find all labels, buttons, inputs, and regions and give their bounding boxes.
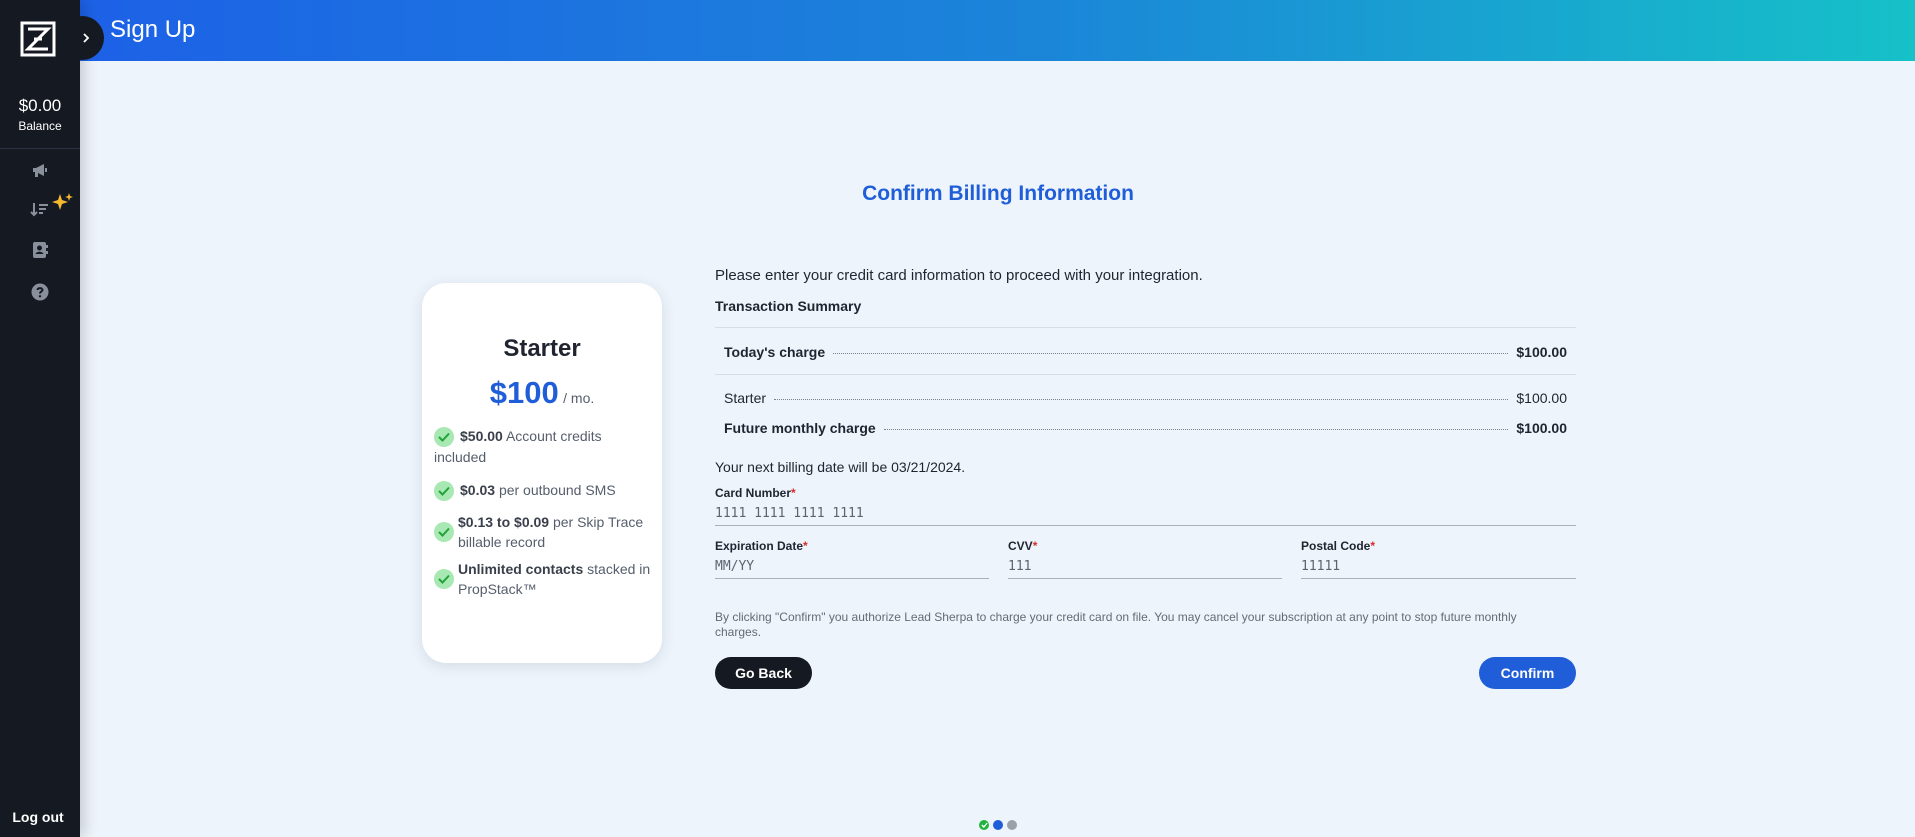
postal-code-input[interactable]	[1301, 557, 1576, 579]
step-dot-pending	[1007, 820, 1017, 830]
feature-highlight: Unlimited contacts	[458, 561, 584, 577]
expiration-date-field: Expiration Date*	[715, 539, 989, 579]
step-dot-completed	[979, 820, 989, 830]
sparkle-icon	[52, 193, 73, 210]
line-amount: $100.00	[1516, 420, 1567, 436]
line-amount: $100.00	[1516, 344, 1567, 360]
feature-highlight: $50.00	[460, 428, 503, 444]
card-number-label: Card Number*	[715, 486, 796, 500]
summary-divider	[715, 327, 1576, 328]
expiration-date-input[interactable]	[715, 557, 989, 579]
plan-price: $100	[489, 375, 559, 410]
transaction-summary-title: Transaction Summary	[715, 298, 862, 314]
plan-feature: $50.00 Account credits included	[434, 426, 654, 467]
check-icon	[434, 481, 454, 502]
dot-leader	[883, 429, 1509, 430]
plan-feature: $0.13 to $0.09 per Skip Trace billable r…	[434, 512, 654, 552]
form-intro: Please enter your credit card informatio…	[715, 267, 1203, 284]
summary-line-today: Today's charge $100.00	[724, 344, 1567, 360]
line-label: Future monthly charge	[724, 420, 876, 436]
header-title: Sign Up	[110, 16, 196, 43]
plan-feature: $0.03 per outbound SMS	[434, 480, 654, 502]
expiration-date-label: Expiration Date*	[715, 539, 808, 553]
sidebar-divider	[0, 148, 80, 149]
logout-button[interactable]: Log out	[0, 809, 76, 825]
plan-feature: Unlimited contacts stacked in PropStack™	[434, 559, 654, 599]
card-number-input[interactable]	[715, 504, 1576, 526]
top-header: Sign Up	[0, 0, 1915, 61]
postal-code-field: Postal Code*	[1301, 539, 1576, 579]
plan-card: Starter $100 / mo. $50.00 Account credit…	[422, 283, 662, 663]
line-label: Today's charge	[724, 344, 826, 360]
check-icon	[434, 569, 454, 589]
line-label: Starter	[724, 390, 767, 406]
check-icon	[434, 427, 454, 448]
balance-amount: $0.00	[18, 96, 62, 115]
feature-text: per outbound SMS	[498, 482, 616, 498]
check-icon	[980, 822, 988, 828]
feature-highlight: $0.03	[460, 482, 496, 498]
cvv-input[interactable]	[1008, 557, 1282, 579]
line-amount: $100.00	[1516, 390, 1567, 406]
postal-code-label: Postal Code*	[1301, 539, 1376, 553]
step-dot-current	[993, 820, 1003, 830]
plan-period: / mo.	[563, 390, 595, 406]
step-indicator	[979, 820, 1017, 830]
sidebar-expand-button[interactable]	[60, 16, 104, 60]
dot-leader	[774, 399, 1509, 400]
authorization-disclaimer: By clicking "Confirm" you authorize Lead…	[715, 610, 1517, 639]
lead-sherpa-logo[interactable]	[20, 21, 56, 57]
summary-line-future: Future monthly charge $100.00	[724, 420, 1567, 436]
cvv-field: CVV*	[1008, 539, 1282, 579]
plan-name: Starter	[503, 335, 581, 362]
summary-divider	[715, 374, 1576, 375]
dot-leader	[833, 353, 1509, 354]
contacts-book-icon[interactable]	[28, 238, 52, 262]
help-circle-icon[interactable]	[28, 280, 52, 304]
sidebar: $0.00 Balance Log out	[0, 0, 80, 837]
cvv-label: CVV*	[1008, 539, 1038, 553]
summary-line-plan: Starter $100.00	[724, 390, 1567, 406]
sort-sparkle-icon[interactable]	[28, 197, 52, 221]
page-title: Confirm Billing Information	[862, 182, 1134, 205]
next-billing-date: Your next billing date will be 03/21/202…	[715, 459, 966, 475]
card-number-field: Card Number*	[715, 486, 1576, 526]
check-icon	[434, 522, 454, 542]
go-back-button[interactable]: Go Back	[715, 657, 812, 689]
balance-label: Balance	[18, 119, 62, 133]
confirm-button[interactable]: Confirm	[1479, 657, 1576, 689]
chevron-right-icon	[83, 33, 90, 43]
megaphone-icon[interactable]	[28, 158, 52, 182]
balance: $0.00 Balance	[0, 96, 80, 134]
feature-highlight: $0.13 to $0.09	[458, 514, 550, 530]
plan-price-row: $100 / mo.	[422, 375, 662, 411]
